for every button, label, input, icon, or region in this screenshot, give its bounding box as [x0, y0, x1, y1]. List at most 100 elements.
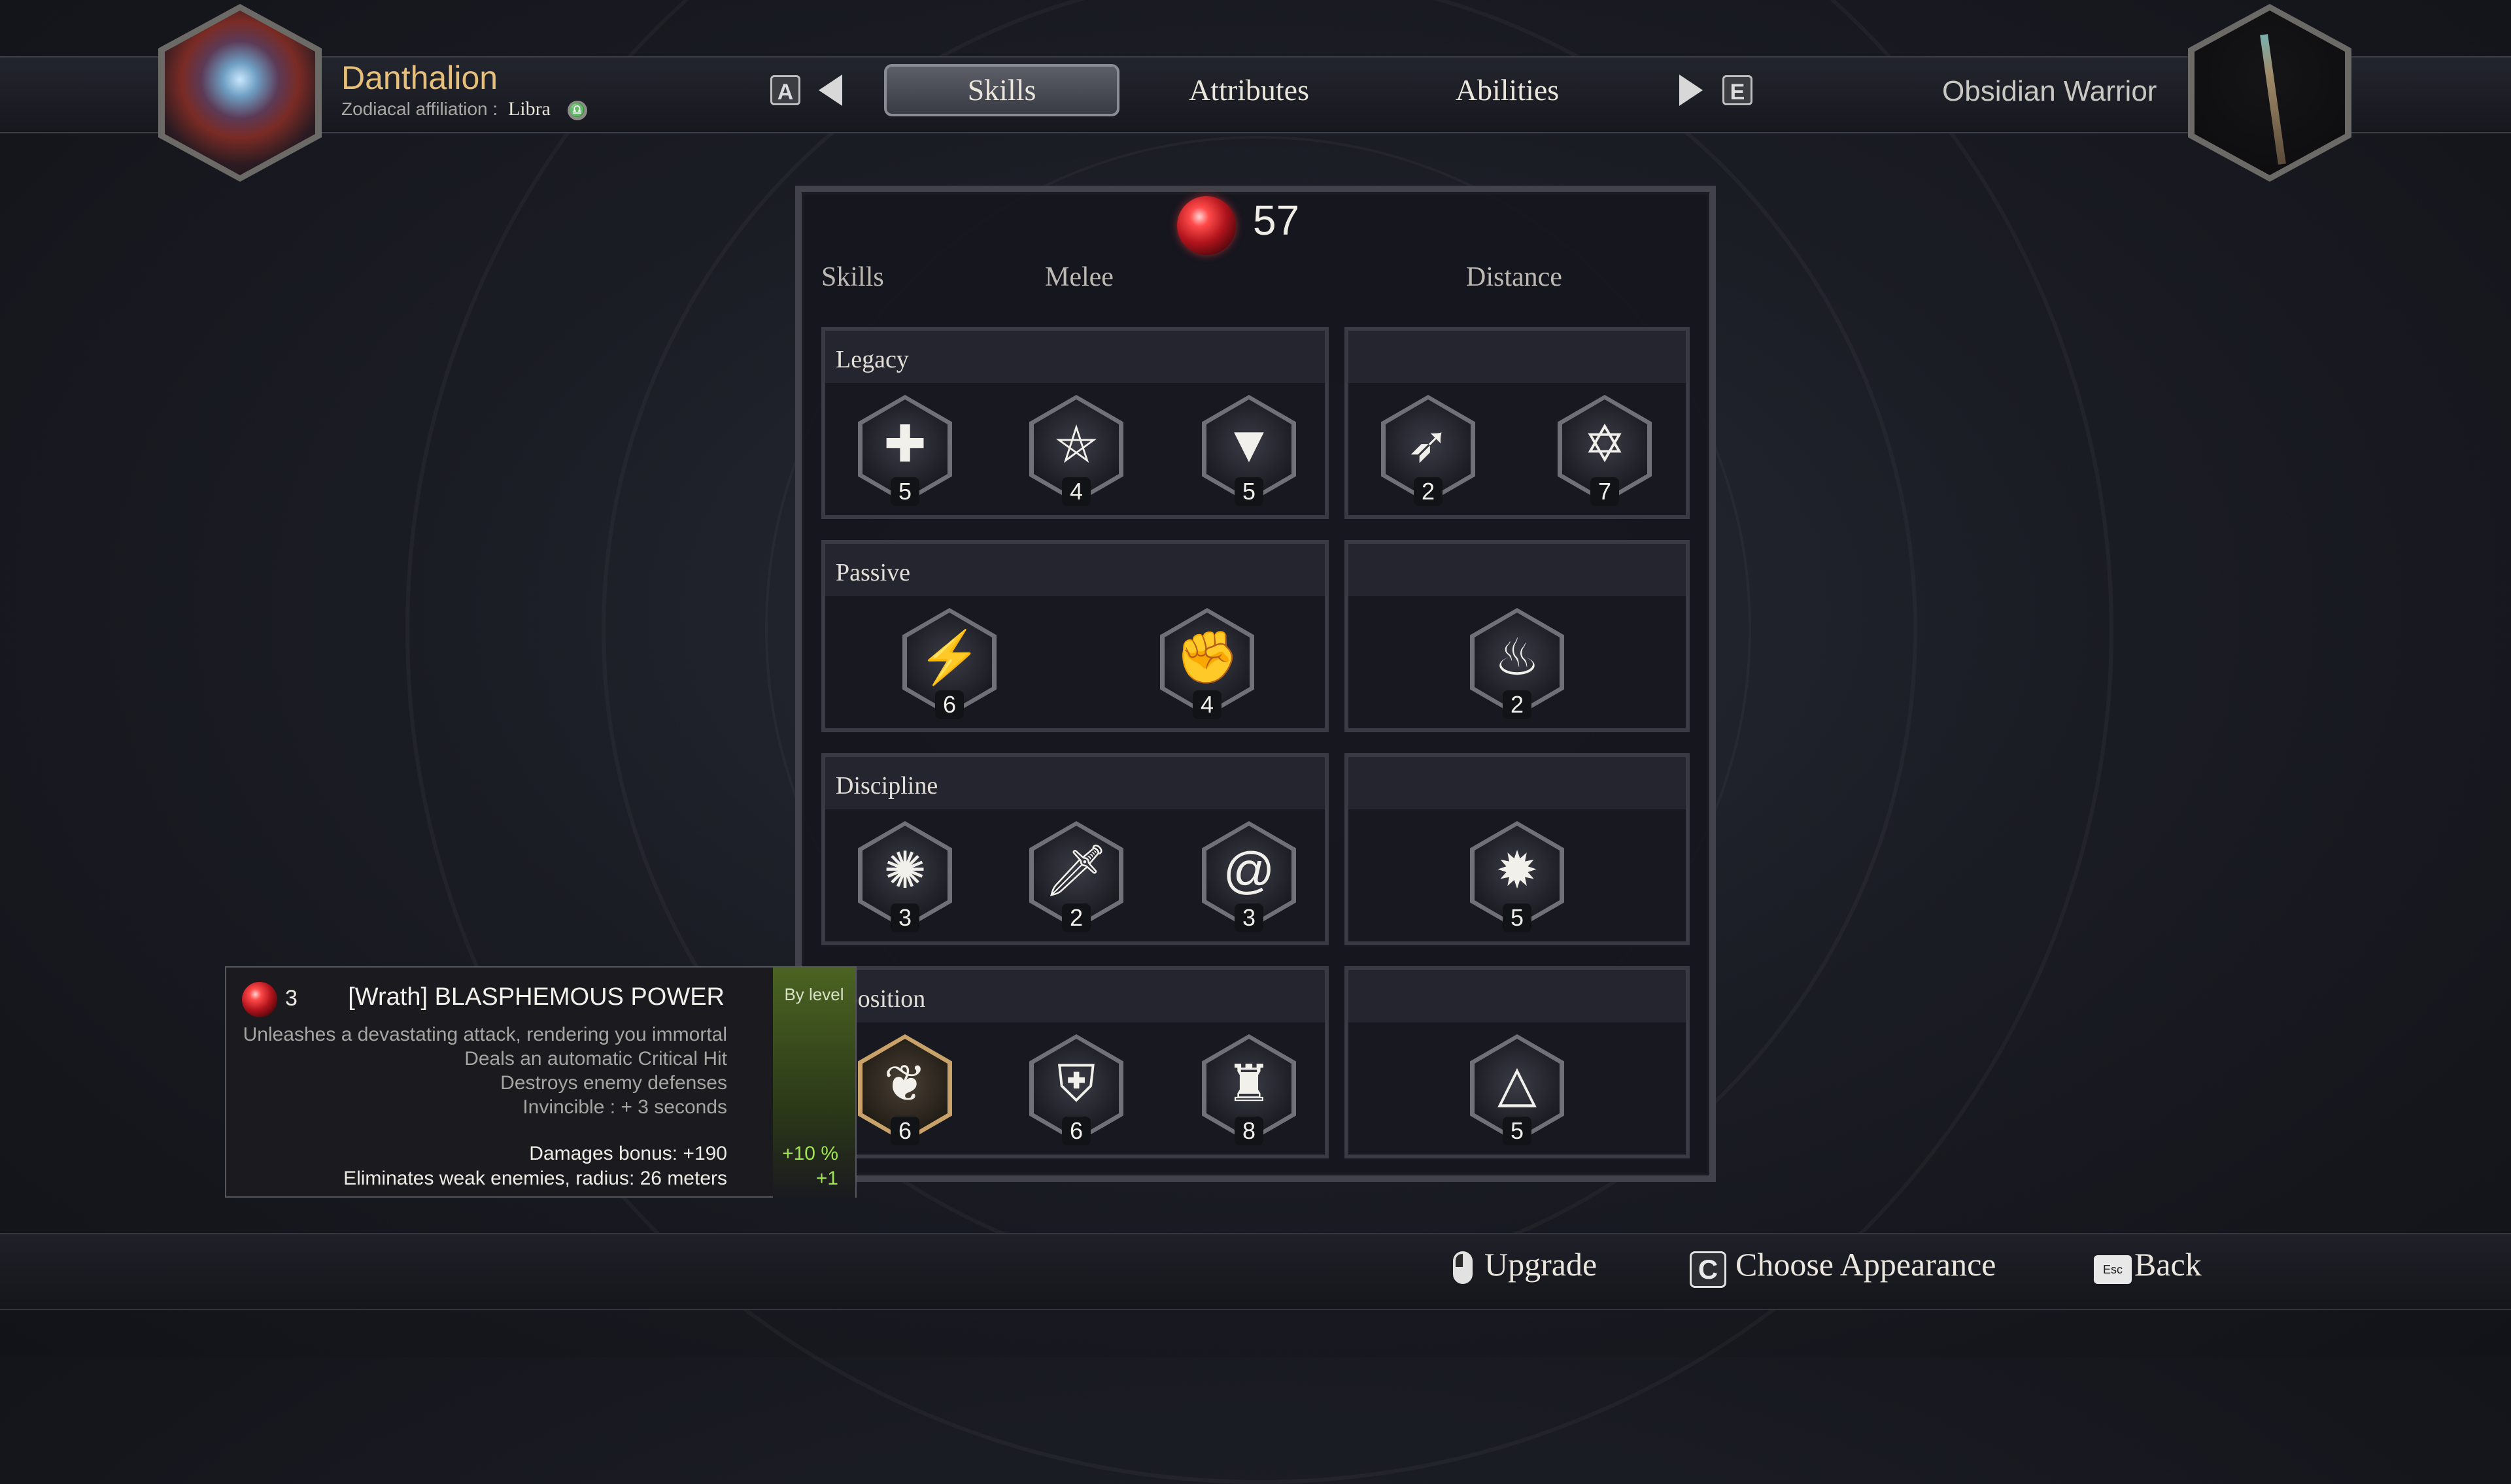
- section-title: Passive: [836, 559, 910, 586]
- medkit-icon: ✚: [883, 415, 927, 473]
- skill-level: 2: [1062, 903, 1091, 932]
- shattered-eye-icon: ✺: [883, 841, 927, 899]
- back-button[interactable]: Back: [2134, 1245, 2202, 1283]
- skill-level: 2: [1503, 690, 1531, 719]
- hero-portrait: [158, 4, 322, 182]
- section-title: Legacy: [836, 346, 909, 373]
- skill-triangle-sigil[interactable]: ▼ 5: [1202, 395, 1296, 506]
- skill-level: 8: [1235, 1117, 1263, 1145]
- section-legacy-distance: ➶ 2 ✡ 7: [1344, 327, 1690, 519]
- fortress-icon: ♜: [1226, 1054, 1272, 1112]
- claw-strike-icon: ⚡: [917, 628, 982, 686]
- tab-attributes[interactable]: Attributes: [1164, 64, 1334, 116]
- section-title: Discipline: [836, 772, 938, 800]
- triangle-sigil-icon: ▼: [1223, 415, 1274, 473]
- prev-tab-key[interactable]: A: [770, 75, 800, 105]
- skill-tree-blast[interactable]: ❦ 6: [858, 1034, 952, 1145]
- column-header-distance: Distance: [1466, 262, 1562, 292]
- skill-flaming-fist[interactable]: ✊ 4: [1160, 608, 1254, 719]
- skill-level: 5: [1235, 477, 1263, 506]
- crest-shield-icon: ⛨: [1057, 1054, 1096, 1112]
- skill-hexagram[interactable]: ✡ 7: [1558, 395, 1652, 506]
- tooltip-desc-line: Invincible : + 3 seconds: [522, 1096, 727, 1118]
- skill-level: 4: [1193, 690, 1221, 719]
- skill-level: 6: [1062, 1117, 1091, 1145]
- next-tab-key[interactable]: E: [1722, 75, 1752, 105]
- class-name: Obsidian Warrior: [1942, 75, 2157, 107]
- tooltip-desc-line: Unleashes a devastating attack, renderin…: [243, 1024, 727, 1045]
- skill-level: 5: [1503, 1117, 1531, 1145]
- section-discipline-distance: ✹ 5: [1344, 753, 1690, 945]
- pentagram-icon: ⛤: [1055, 415, 1097, 473]
- skill-level: 3: [1235, 903, 1263, 932]
- tab-skills[interactable]: Skills: [884, 64, 1119, 116]
- choose-appearance-key: C: [1690, 1251, 1726, 1288]
- column-header-melee: Melee: [1045, 262, 1114, 292]
- zodiac-affiliation: Zodiacal affiliation : Libra ♎: [341, 98, 587, 120]
- arrow-ring-icon: ➶: [1407, 415, 1450, 473]
- barbed-triangle-icon: △: [1497, 1054, 1537, 1112]
- skill-dagger-hand[interactable]: 🗡 2: [1029, 821, 1123, 932]
- exploding-head-icon: ✹: [1495, 841, 1539, 899]
- skill-level: 5: [1503, 903, 1531, 932]
- section-passive-melee: Passive ⚡ 6 ✊ 4: [821, 540, 1329, 732]
- tooltip-title: [Wrath] BLASPHEMOUS POWER: [348, 983, 725, 1011]
- skill-medkit[interactable]: ✚ 5: [858, 395, 952, 506]
- tab-abilities[interactable]: Abilities: [1419, 64, 1596, 116]
- tooltip-stat-bonus: +10 %: [782, 1143, 838, 1164]
- arrow-left-icon[interactable]: [819, 75, 842, 106]
- skill-arrow-ring[interactable]: ➶ 2: [1381, 395, 1475, 506]
- section-disposition-distance: △ 5: [1344, 966, 1690, 1158]
- arrow-right-icon[interactable]: [1679, 75, 1703, 106]
- skill-spiral-head[interactable]: @ 3: [1202, 821, 1296, 932]
- hero-name: Danthalion: [341, 59, 498, 96]
- skill-level: 2: [1414, 477, 1443, 506]
- skill-crest-shield[interactable]: ⛨ 6: [1029, 1034, 1123, 1145]
- skill-barbed-triangle[interactable]: △ 5: [1470, 1034, 1564, 1145]
- section-passive-distance: ♨ 2: [1344, 540, 1690, 732]
- tooltip-desc-line: Deals an automatic Critical Hit: [464, 1048, 727, 1070]
- tooltip-description: Unleashes a devastating attack, renderin…: [243, 1022, 727, 1119]
- libra-icon: ♎: [567, 100, 587, 120]
- skill-claw-strike[interactable]: ⚡ 6: [902, 608, 997, 719]
- skill-level: 6: [935, 690, 964, 719]
- skill-pentagram[interactable]: ⛤ 4: [1029, 395, 1123, 506]
- skill-points: 57: [1253, 197, 1300, 244]
- skill-exploding-head[interactable]: ✹ 5: [1470, 821, 1564, 932]
- tooltip-cost: 3: [285, 986, 298, 1011]
- tooltip-badge-label: By level: [784, 985, 844, 1004]
- section-disposition-melee: sposition ❦ 6 ⛨ 6 ♜ 8: [821, 966, 1329, 1158]
- skill-level: 7: [1590, 477, 1619, 506]
- tree-blast-icon: ❦: [883, 1054, 927, 1112]
- skill-level: 3: [891, 903, 919, 932]
- staff-icon: [2260, 34, 2286, 165]
- upgrade-button[interactable]: Upgrade: [1484, 1245, 1597, 1283]
- tooltip-stat: Damages bonus: +190: [529, 1143, 727, 1164]
- mouse-left-click-icon: [1453, 1251, 1473, 1284]
- zodiac-label: Zodiacal affiliation :: [341, 99, 498, 119]
- skill-level: 6: [891, 1117, 919, 1145]
- flaming-figure-icon: ♨: [1494, 628, 1540, 686]
- skill-flaming-figure[interactable]: ♨ 2: [1470, 608, 1564, 719]
- spiral-head-icon: @: [1223, 841, 1275, 899]
- weapon-portrait[interactable]: [2188, 4, 2351, 182]
- skill-shattered-eye[interactable]: ✺ 3: [858, 821, 952, 932]
- choose-appearance-button[interactable]: Choose Appearance: [1735, 1245, 1996, 1283]
- tooltip-stat: Eliminates weak enemies, radius: 26 mete…: [343, 1168, 727, 1189]
- skill-level: 4: [1062, 477, 1091, 506]
- skill-point-gem-icon: [242, 982, 277, 1017]
- skill-level: 5: [891, 477, 919, 506]
- section-discipline-melee: Discipline ✺ 3 🗡 2 @ 3: [821, 753, 1329, 945]
- tooltip-stat-bonus: +1: [815, 1168, 838, 1189]
- skill-tooltip: By level 3 [Wrath] BLASPHEMOUS POWER Unl…: [225, 966, 857, 1198]
- hexagram-icon: ✡: [1583, 415, 1626, 473]
- column-header-skills: Skills: [821, 262, 884, 292]
- flaming-fist-icon: ✊: [1175, 628, 1239, 686]
- section-legacy-melee: Legacy ✚ 5 ⛤ 4 ▼ 5: [821, 327, 1329, 519]
- tooltip-desc-line: Destroys enemy defenses: [500, 1072, 727, 1094]
- skill-point-gem-icon: [1177, 196, 1236, 255]
- skill-fortress[interactable]: ♜ 8: [1202, 1034, 1296, 1145]
- zodiac-value: Libra: [507, 98, 551, 120]
- dagger-hand-icon: 🗡: [1044, 841, 1109, 899]
- esc-key: Esc: [2094, 1255, 2132, 1284]
